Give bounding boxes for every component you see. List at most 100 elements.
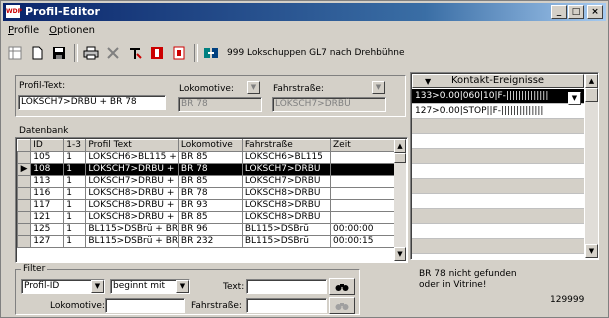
grid-header-zeit[interactable]: Zeit xyxy=(330,139,395,152)
title-bar[interactable]: WDP Profil-Editor _ □ × xyxy=(3,3,606,21)
cell-fahrstrasse[interactable]: LOKSCH8>DRBÜ xyxy=(241,199,332,212)
cell-zeit[interactable] xyxy=(330,187,395,200)
row-indicator[interactable] xyxy=(16,187,32,200)
new-doc-icon[interactable] xyxy=(27,43,47,63)
cell-profiltext[interactable]: LOKSCH8>DRBÜ + xyxy=(85,199,179,212)
cell-lokomotive[interactable]: BR 78 xyxy=(177,163,243,176)
cell-lokomotive[interactable]: BR 232 xyxy=(177,235,243,248)
event-list-item[interactable] xyxy=(412,179,584,194)
cell-id[interactable]: 113 xyxy=(30,175,65,188)
search-binoculars-button[interactable] xyxy=(329,278,355,295)
cell-count[interactable]: 1 xyxy=(63,235,87,248)
filter-lok-input[interactable] xyxy=(105,298,185,313)
lokomotive-dropdown-button[interactable]: ▼ xyxy=(247,81,260,94)
cell-count[interactable]: 1 xyxy=(63,211,87,224)
cell-count[interactable]: 1 xyxy=(63,199,87,212)
cell-profiltext[interactable]: LOKSCH6>BL115 + xyxy=(85,151,179,164)
cell-zeit[interactable]: 00:00:00 xyxy=(330,223,395,236)
stop-icon[interactable] xyxy=(147,43,167,63)
fahrstrasse-input[interactable]: LOKSCH7>DRBÜ xyxy=(272,97,386,112)
event-list-item[interactable] xyxy=(412,164,584,179)
cell-lokomotive[interactable]: BR 85 xyxy=(177,211,243,224)
table-row[interactable]: 105 1 LOKSCH6>BL115 + BR 85 LOKSCH6>BL115 xyxy=(16,151,395,164)
event-list-item[interactable] xyxy=(412,134,584,149)
cell-fahrstrasse[interactable]: LOKSCH6>BL115 xyxy=(241,151,332,164)
events-scroll-down-button[interactable]: ▼ xyxy=(585,244,598,258)
row-indicator[interactable] xyxy=(16,199,32,212)
cell-id[interactable]: 127 xyxy=(30,235,65,248)
row-indicator[interactable] xyxy=(16,211,32,224)
cell-count[interactable]: 1 xyxy=(63,151,87,164)
events-scroll-up-button[interactable]: ▲ xyxy=(585,74,598,88)
cell-count[interactable]: 1 xyxy=(63,187,87,200)
cell-profiltext[interactable]: LOKSCH8>DRBÜ + xyxy=(85,211,179,224)
menu-options[interactable]: Optionen xyxy=(44,23,100,39)
table-row[interactable]: 125 1 BL115>DSBrü + BR BR 96 BL115>DSBrü 00:0… xyxy=(16,223,395,236)
cell-profiltext[interactable]: LOKSCH8>DRBÜ + xyxy=(85,187,179,200)
lokomotive-input[interactable]: BR 78 xyxy=(178,97,262,112)
cell-fahrstrasse[interactable]: LOKSCH8>DRBÜ xyxy=(241,211,332,224)
print-icon[interactable] xyxy=(81,43,101,63)
cell-fahrstrasse[interactable]: LOKSCH7>DRBÜ xyxy=(241,163,332,176)
table-row[interactable]: 127 1 BL115>DSBrü + BR BR 232 BL115>DSBrü 00:… xyxy=(16,235,395,248)
close-button[interactable]: × xyxy=(587,5,603,19)
cell-profiltext[interactable]: BL115>DSBrü + BR xyxy=(85,223,179,236)
table-row[interactable]: 113 1 LOKSCH7>DRBÜ + BR 85 LOKSCH7>DRBÜ xyxy=(16,175,395,188)
cell-zeit[interactable] xyxy=(330,151,395,164)
event-list-item[interactable] xyxy=(412,254,584,258)
cell-fahrstrasse[interactable]: BL115>DSBrü xyxy=(241,223,332,236)
grid-header-id[interactable]: ID xyxy=(30,139,65,152)
menu-profile[interactable]: Profile xyxy=(3,23,44,39)
grid-scroll-down-button[interactable]: ▼ xyxy=(394,247,406,261)
minimize-button[interactable]: _ xyxy=(551,5,567,19)
filter-field-dropdown-button[interactable]: ▼ xyxy=(91,280,104,293)
grid-header-profiltext[interactable]: Profil Text xyxy=(85,139,179,152)
event-list-item[interactable]: 127>0.00|STOP||F-|||||||||||||| xyxy=(412,104,584,119)
cell-id[interactable]: 108 xyxy=(30,163,65,176)
table-row[interactable]: ▶ 108 1 LOKSCH7>DRBÜ + BR 78 LOKSCH7>DRBÜ xyxy=(16,163,395,176)
cell-lokomotive[interactable]: BR 93 xyxy=(177,199,243,212)
events-header[interactable]: ▼ Kontakt-Ereignisse xyxy=(412,74,584,88)
cell-lokomotive[interactable]: BR 85 xyxy=(177,151,243,164)
row-indicator[interactable] xyxy=(16,223,32,236)
cell-id[interactable]: 121 xyxy=(30,211,65,224)
event-list-item[interactable] xyxy=(412,209,584,224)
row-indicator[interactable] xyxy=(16,151,32,164)
search-binoculars-disabled-button[interactable] xyxy=(329,297,355,314)
row-indicator[interactable] xyxy=(16,235,32,248)
filter-fahr-input[interactable] xyxy=(246,298,327,313)
row-indicator[interactable] xyxy=(16,175,32,188)
cell-zeit[interactable] xyxy=(330,163,395,176)
cell-lokomotive[interactable]: BR 96 xyxy=(177,223,243,236)
profiltext-input[interactable]: LOKSCH7>DRBÜ + BR 78 xyxy=(18,95,166,110)
grid-scroll-up-button[interactable]: ▲ xyxy=(394,139,406,153)
cell-count[interactable]: 1 xyxy=(63,175,87,188)
refresh-icon[interactable] xyxy=(201,43,221,63)
stop2-icon[interactable] xyxy=(169,43,189,63)
event-list-item[interactable] xyxy=(412,239,584,254)
events-dropdown-button[interactable]: ▼ xyxy=(568,92,581,105)
cell-profiltext[interactable]: LOKSCH7>DRBÜ + xyxy=(85,163,179,176)
database-grid[interactable]: ID 1-3 Profil Text Lokomotive Fahrstraße… xyxy=(16,139,395,248)
event-list-item[interactable] xyxy=(412,119,584,134)
event-list-item[interactable] xyxy=(412,194,584,209)
cell-fahrstrasse[interactable]: BL115>DSBrü xyxy=(241,235,332,248)
event-list-item[interactable] xyxy=(412,224,584,239)
events-scroll-thumb[interactable] xyxy=(585,88,598,102)
cell-lokomotive[interactable]: BR 78 xyxy=(177,187,243,200)
cell-id[interactable]: 117 xyxy=(30,199,65,212)
row-indicator[interactable]: ▶ xyxy=(16,163,32,176)
cell-count[interactable]: 1 xyxy=(63,163,87,176)
cell-zeit[interactable] xyxy=(330,199,395,212)
cell-zeit[interactable] xyxy=(330,175,395,188)
grid-header-fahrstrasse[interactable]: Fahrstraße xyxy=(241,139,332,152)
cell-id[interactable]: 105 xyxy=(30,151,65,164)
grid-header-count[interactable]: 1-3 xyxy=(63,139,87,152)
filter-mode-dropdown-button[interactable]: ▼ xyxy=(176,280,189,293)
cell-profiltext[interactable]: BL115>DSBrü + BR xyxy=(85,235,179,248)
cell-fahrstrasse[interactable]: LOKSCH7>DRBÜ xyxy=(241,175,332,188)
table-row[interactable]: 117 1 LOKSCH8>DRBÜ + BR 93 LOKSCH8>DRBÜ xyxy=(16,199,395,212)
maximize-button[interactable]: □ xyxy=(568,5,584,19)
cell-count[interactable]: 1 xyxy=(63,223,87,236)
event-list-item[interactable]: 133>0.00|060|10|F-|||||||||||||| xyxy=(412,89,584,104)
